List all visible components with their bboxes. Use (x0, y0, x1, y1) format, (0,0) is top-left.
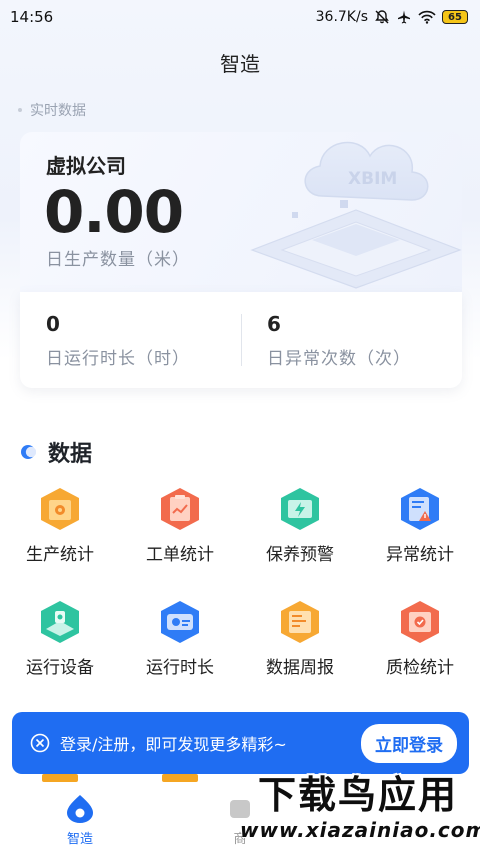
stats-divider (241, 314, 242, 366)
menu-item-label: 异常统计 (386, 545, 454, 565)
menu-item-label: 生产统计 (26, 545, 94, 565)
bullet-dot (18, 108, 22, 112)
realtime-label: 实时数据 (18, 100, 86, 120)
status-bar: 14:56 36.7K/s 65 (0, 0, 480, 34)
login-now-button[interactable]: 立即登录 (361, 723, 457, 763)
watermark: 下载鸟应用 www.xiazainiao.com (240, 772, 480, 850)
mute-bell-icon (375, 10, 389, 24)
run-time-icon (161, 601, 199, 643)
exception-stats-icon (401, 488, 439, 530)
menu-item-label: 数据周报 (266, 658, 334, 678)
stat-exception-count-value: 6 (267, 312, 281, 336)
menu-item-maintenance-alert[interactable]: 保养预警 (240, 486, 360, 565)
watermark-url: www.xiazainiao.com (240, 818, 480, 842)
stat-exception-count-label: 日异常次数（次） (267, 349, 411, 369)
stat-run-hours-label: 日运行时长（时） (46, 349, 190, 369)
daily-output-value: 0.00 (44, 178, 184, 246)
airplane-icon (398, 10, 410, 24)
work-order-icon (161, 488, 199, 530)
maintenance-alert-icon (281, 488, 319, 530)
section-moon-icon (21, 445, 36, 459)
stat-run-hours-value: 0 (46, 312, 60, 336)
stat-exception-count[interactable]: 6 日异常次数（次） (267, 312, 411, 369)
status-time: 14:56 (10, 8, 54, 26)
menu-item-running-equipment[interactable]: 运行设备 (0, 599, 120, 678)
menu-item-production-stats[interactable]: 生产统计 (0, 486, 120, 565)
data-section-header: 数据 (20, 436, 92, 468)
peek-icon-edge (162, 774, 198, 782)
menu-item-label: 保养预警 (266, 545, 334, 565)
daily-output-label: 日生产数量（米） (46, 250, 190, 270)
tab-label: 智造 (66, 832, 93, 847)
realtime-label-text: 实时数据 (30, 103, 86, 119)
wifi-icon (418, 10, 436, 24)
quality-check-icon (401, 601, 439, 643)
menu-item-label: 质检统计 (386, 658, 454, 678)
menu-item-exception-stats[interactable]: 异常统计 (360, 486, 480, 565)
running-equipment-icon (41, 601, 79, 643)
login-prompt-text: 登录/注册，即可发现更多精彩~ (60, 735, 287, 754)
menu-item-run-time[interactable]: 运行时长 (120, 599, 240, 678)
weekly-report-icon (281, 601, 319, 643)
page-title: 智造 (220, 52, 260, 76)
illustration-label: XBIM (348, 169, 397, 189)
network-speed: 36.7K/s (315, 9, 368, 25)
peek-icon-edge (42, 774, 78, 782)
menu-item-label: 运行设备 (26, 658, 94, 678)
status-icons: 36.7K/s 65 (316, 9, 468, 25)
company-name: 虚拟公司 (46, 154, 126, 178)
menu-item-label: 工单统计 (146, 545, 214, 565)
home-drop-icon (67, 795, 93, 823)
production-stats-icon (41, 488, 79, 530)
tab-zhizao[interactable]: 智造 (40, 794, 120, 847)
battery-icon: 65 (442, 10, 468, 24)
menu-item-work-order[interactable]: 工单统计 (120, 486, 240, 565)
menu-item-quality-check[interactable]: 质检统计 (360, 599, 480, 678)
stat-run-hours[interactable]: 0 日运行时长（时） (46, 312, 190, 369)
menu-item-label: 运行时长 (146, 658, 214, 678)
factory-cloud-illustration: XBIM (250, 141, 462, 289)
watermark-chinese: 下载鸟应用 (257, 773, 458, 817)
menu-item-weekly-report[interactable]: 数据周报 (240, 599, 360, 678)
close-icon[interactable] (30, 733, 50, 753)
login-prompt-bar: 登录/注册，即可发现更多精彩~ 立即登录 (12, 712, 469, 774)
data-section-title: 数据 (48, 442, 93, 467)
